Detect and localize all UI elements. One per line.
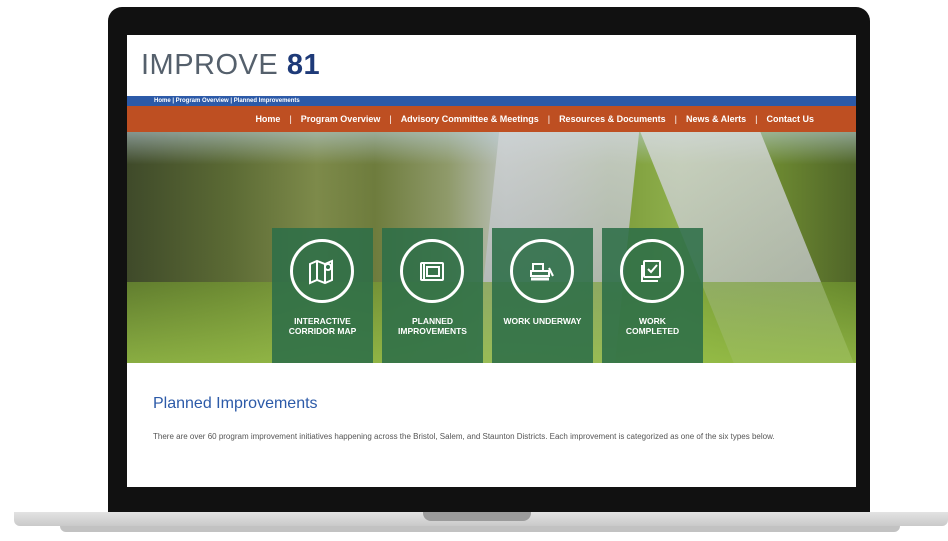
main-nav-bar: Home | Program Overview | Advisory Commi… <box>127 106 856 132</box>
bulldozer-icon <box>510 239 574 303</box>
checkbox-icon <box>620 239 684 303</box>
tile-label: INTERACTIVE CORRIDOR MAP <box>288 316 357 336</box>
breadcrumb-bar: Home | Program Overview | Planned Improv… <box>127 96 856 106</box>
browser-screen: IMPROVE 81 Home | Program Overview | Pla… <box>127 35 856 487</box>
tile-work-underway[interactable]: WORK UNDERWAY <box>492 228 593 363</box>
blueprint-icon <box>400 239 464 303</box>
breadcrumb[interactable]: Home | Program Overview | Planned Improv… <box>154 96 300 106</box>
laptop-notch <box>423 512 531 521</box>
page-title: Planned Improvements <box>153 395 318 412</box>
nav-item-resources[interactable]: Resources & Documents <box>559 114 666 124</box>
tile-planned-improvements[interactable]: PLANNED IMPROVEMENTS <box>382 228 483 363</box>
main-nav: Home | Program Overview | Advisory Commi… <box>255 106 814 132</box>
nav-item-contact[interactable]: Contact Us <box>766 114 814 124</box>
hero-banner: INTERACTIVE CORRIDOR MAP PLANNED IMPROVE… <box>127 132 856 363</box>
site-logo[interactable]: IMPROVE 81 <box>141 49 320 82</box>
nav-separator: | <box>289 114 292 124</box>
nav-separator: | <box>547 114 551 124</box>
nav-separator: | <box>674 114 677 124</box>
nav-item-advisory-committee[interactable]: Advisory Committee & Meetings <box>401 114 539 124</box>
tile-label: PLANNED IMPROVEMENTS <box>398 316 467 336</box>
nav-item-home[interactable]: Home <box>255 114 280 124</box>
logo-text: IMPROVE <box>141 49 279 81</box>
main-content: Planned Improvements There are over 60 p… <box>127 363 856 443</box>
map-pin-icon <box>290 239 354 303</box>
feature-tiles: INTERACTIVE CORRIDOR MAP PLANNED IMPROVE… <box>272 228 703 363</box>
nav-item-program-overview[interactable]: Program Overview <box>301 114 381 124</box>
tile-work-completed[interactable]: WORK COMPLETED <box>602 228 703 363</box>
nav-item-news[interactable]: News & Alerts <box>686 114 746 124</box>
nav-separator: | <box>755 114 758 124</box>
intro-paragraph: There are over 60 program improvement in… <box>153 432 775 441</box>
tile-label: WORK UNDERWAY <box>503 316 582 326</box>
nav-separator: | <box>389 114 392 124</box>
tile-label: WORK COMPLETED <box>625 316 680 336</box>
site-header: IMPROVE 81 <box>127 35 856 96</box>
logo-number: 81 <box>286 49 321 81</box>
tile-interactive-corridor-map[interactable]: INTERACTIVE CORRIDOR MAP <box>272 228 373 363</box>
laptop-shadow <box>60 526 900 532</box>
